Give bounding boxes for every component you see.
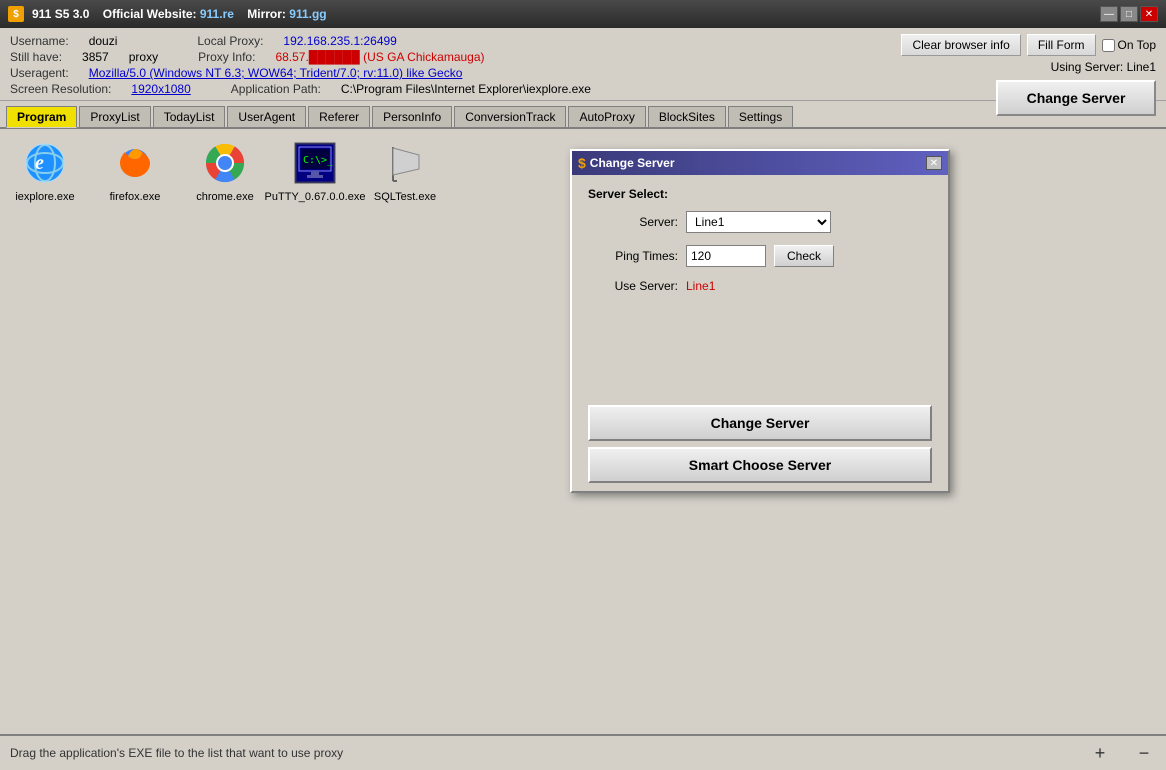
program-label: SQLTest.exe <box>374 191 436 203</box>
tab-conversiontrack[interactable]: ConversionTrack <box>454 106 566 128</box>
dialog-title-bar: $ Change Server ✕ <box>572 151 948 175</box>
server-label: Server: <box>588 215 678 229</box>
use-server-field-row: Use Server: Line1 <box>588 279 932 293</box>
tab-referer[interactable]: Referer <box>308 106 370 128</box>
sqltest-icon <box>381 139 429 187</box>
use-server-label: Use Server: <box>588 279 678 293</box>
dialog-smart-choose-button[interactable]: Smart Choose Server <box>588 447 932 483</box>
dialog-section-label: Server Select: <box>588 187 932 201</box>
tab-program[interactable]: Program <box>6 106 77 128</box>
close-button[interactable]: ✕ <box>1140 6 1158 22</box>
screen-resolution-value: 1920x1080 <box>131 82 190 96</box>
screen-resolution-label: Screen Resolution: <box>10 82 111 96</box>
list-item[interactable]: SQLTest.exe <box>370 139 440 203</box>
server-field-row: Server: Line1 Line2 <box>588 211 932 233</box>
program-label: PuTTY_0.67.0.0.exe <box>265 191 366 203</box>
on-top-wrap: On Top <box>1102 38 1156 52</box>
top-buttons: Clear browser info Fill Form On Top <box>901 34 1156 56</box>
remove-button[interactable]: − <box>1132 741 1156 765</box>
tab-useragent[interactable]: UserAgent <box>227 106 306 128</box>
ping-times-input[interactable] <box>686 245 766 267</box>
still-have-count: 3857 <box>82 50 109 64</box>
username-label: Username: <box>10 34 69 48</box>
using-server-row: Using Server: Line1 <box>1051 60 1156 74</box>
list-item[interactable]: chrome.exe <box>190 139 260 203</box>
clear-browser-info-button[interactable]: Clear browser info <box>901 34 1020 56</box>
svg-text:C:\>_: C:\>_ <box>303 155 334 166</box>
content-area: e iexplore.exe firefox.exe <box>0 129 1166 734</box>
change-server-main-button[interactable]: Change Server <box>996 80 1156 116</box>
on-top-checkbox[interactable] <box>1102 39 1115 52</box>
restore-button[interactable]: □ <box>1120 6 1138 22</box>
on-top-label: On Top <box>1118 38 1156 52</box>
firefox-icon <box>111 139 159 187</box>
program-label: chrome.exe <box>196 191 253 203</box>
putty-icon: C:\>_ <box>291 139 339 187</box>
check-button[interactable]: Check <box>774 245 834 267</box>
window-controls: — □ ✕ <box>1100 6 1158 22</box>
tab-autoproxy[interactable]: AutoProxy <box>568 106 645 128</box>
proxy-info-label: Proxy Info: <box>198 50 255 64</box>
proxy-info-value: 68.57.██████ (US GA Chickamauga) <box>275 50 484 64</box>
list-item[interactable]: C:\>_ PuTTY_0.67.0.0.exe <box>280 139 350 203</box>
tab-proxylist[interactable]: ProxyList <box>79 106 150 128</box>
minimize-button[interactable]: — <box>1100 6 1118 22</box>
add-button[interactable]: + <box>1088 741 1112 765</box>
local-proxy-value: 192.168.235.1:26499 <box>283 34 396 48</box>
ping-times-label: Ping Times: <box>588 249 678 263</box>
dialog-bottom-buttons: Change Server Smart Choose Server <box>572 397 948 491</box>
status-bar: Drag the application's EXE file to the l… <box>0 734 1166 770</box>
useragent-label: Useragent: <box>10 66 69 80</box>
username-value: douzi <box>89 34 118 48</box>
tab-personinfo[interactable]: PersonInfo <box>372 106 452 128</box>
svg-text:e: e <box>35 152 44 174</box>
using-server-value: Line1 <box>1127 60 1156 74</box>
info-bar-right: Clear browser info Fill Form On Top Usin… <box>901 34 1156 116</box>
title-bar: $ 911 S5 3.0 Official Website: 911.re Mi… <box>0 0 1166 28</box>
local-proxy-label: Local Proxy: <box>197 34 263 48</box>
useragent-value[interactable]: Mozilla/5.0 (Windows NT 6.3; WOW64; Trid… <box>89 66 463 80</box>
dialog-content: Server Select: Server: Line1 Line2 Ping … <box>572 175 948 397</box>
still-have-label: Still have: <box>10 50 62 64</box>
program-label: firefox.exe <box>110 191 161 203</box>
tab-settings[interactable]: Settings <box>728 106 793 128</box>
ping-times-field-row: Ping Times: Check <box>588 245 932 267</box>
list-item[interactable]: e iexplore.exe <box>10 139 80 203</box>
server-select[interactable]: Line1 Line2 <box>686 211 831 233</box>
app-title: 911 S5 3.0 Official Website: 911.re Mirr… <box>32 7 1092 21</box>
list-item[interactable]: firefox.exe <box>100 139 170 203</box>
app-icon: $ <box>8 6 24 22</box>
info-bar: Username: douzi Local Proxy: 192.168.235… <box>0 28 1166 101</box>
dialog-spacer <box>588 305 932 385</box>
chrome-icon <box>201 139 249 187</box>
dialog-close-button[interactable]: ✕ <box>926 156 942 170</box>
app-path-value: C:\Program Files\Internet Explorer\iexpl… <box>341 82 591 96</box>
dialog-title: $ Change Server <box>578 155 675 171</box>
tab-blocksites[interactable]: BlockSites <box>648 106 726 128</box>
fill-form-button[interactable]: Fill Form <box>1027 34 1096 56</box>
use-server-value: Line1 <box>686 279 715 293</box>
main-container: Username: douzi Local Proxy: 192.168.235… <box>0 28 1166 770</box>
ie-icon: e <box>21 139 69 187</box>
program-label: iexplore.exe <box>15 191 74 203</box>
app-path-label: Application Path: <box>231 82 321 96</box>
status-text: Drag the application's EXE file to the l… <box>10 746 1068 760</box>
using-server-label: Using Server: <box>1051 60 1124 74</box>
still-have-unit: proxy <box>129 50 158 64</box>
tab-todaylist[interactable]: TodayList <box>153 106 226 128</box>
change-server-dialog: $ Change Server ✕ Server Select: Server:… <box>570 149 950 493</box>
dialog-change-server-button[interactable]: Change Server <box>588 405 932 441</box>
